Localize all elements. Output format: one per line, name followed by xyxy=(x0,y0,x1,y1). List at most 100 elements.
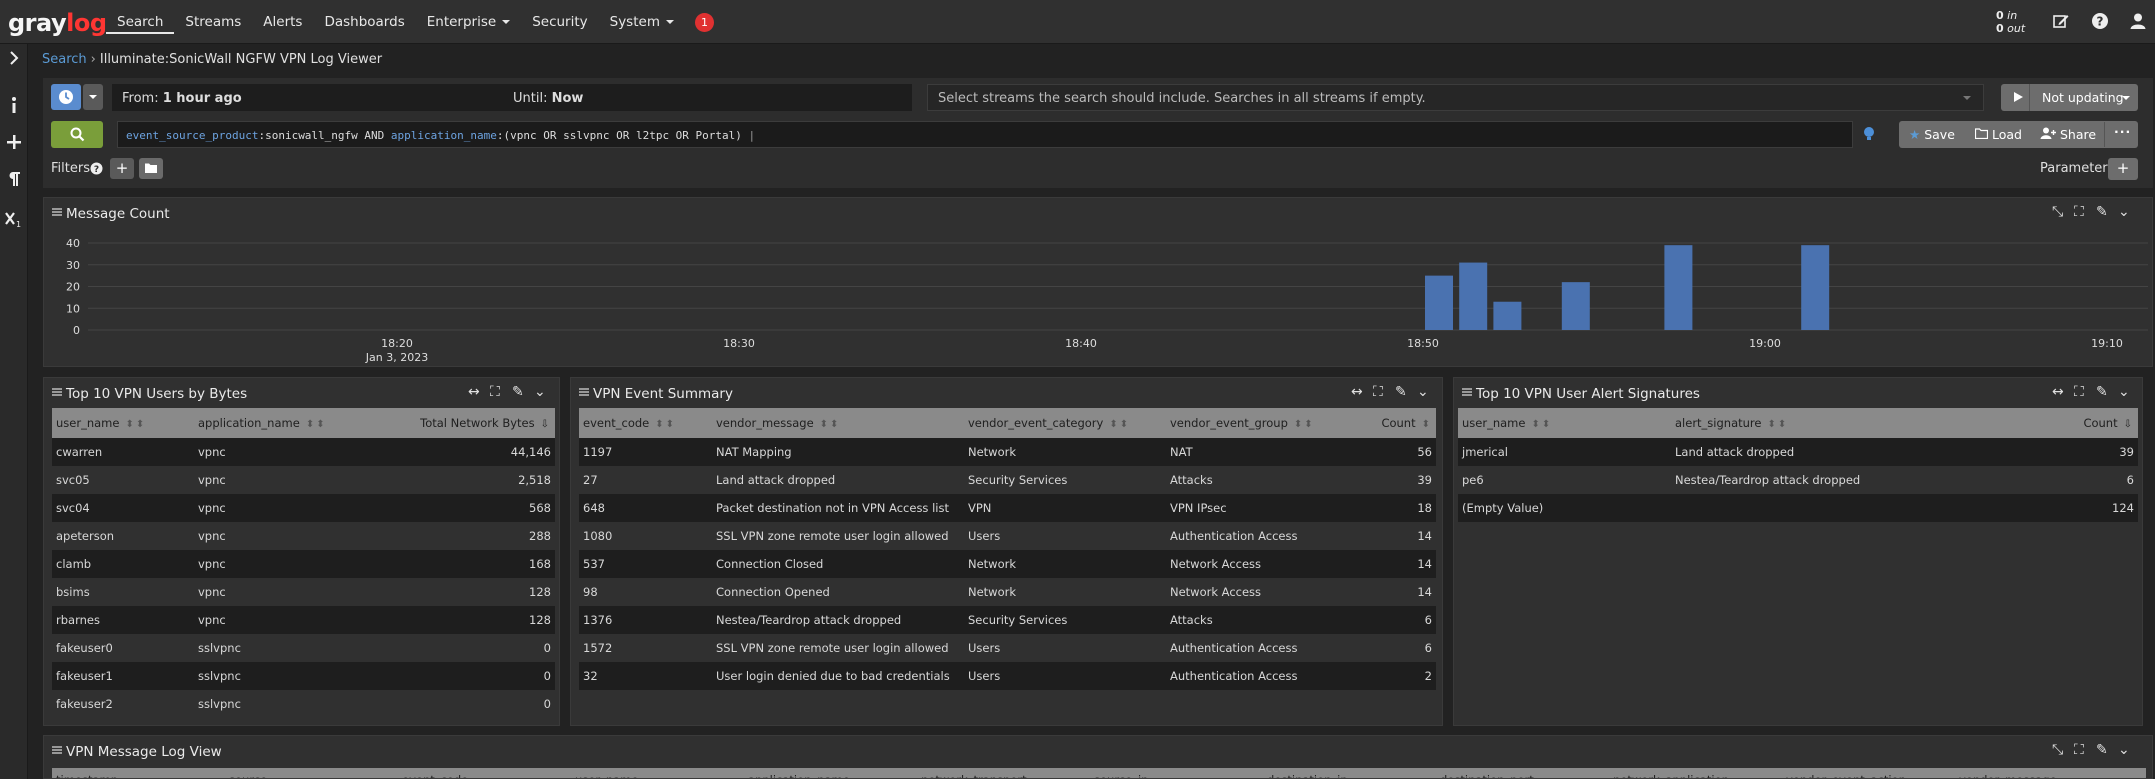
table-row[interactable]: 1376 Nestea/Teardrop attack dropped Securi… xyxy=(579,606,1436,634)
chevron-down-icon[interactable]: ⌄ xyxy=(2118,742,2130,758)
edit-icon[interactable]: ✎ xyxy=(2096,384,2108,400)
column-header-count[interactable]: Count ⬍ xyxy=(1362,408,1436,438)
column-header[interactable]: source_ip xyxy=(1094,773,1148,778)
expand-icon[interactable]: ⛶ xyxy=(490,384,500,400)
column-header-user-name[interactable]: user_name ⬍⬍ xyxy=(52,408,194,438)
column-header[interactable]: vendor_event_action xyxy=(1786,773,1906,778)
table-row[interactable]: svc05 vpnc 2,518 xyxy=(52,466,555,494)
table-row[interactable]: (Empty Value) 124 xyxy=(1458,494,2138,522)
table-row[interactable]: pe6 Nestea/Teardrop attack dropped 6 xyxy=(1458,466,2138,494)
help-icon[interactable]: ? xyxy=(2090,12,2110,32)
column-header[interactable]: user_name xyxy=(575,773,638,778)
resize-horizontal-icon[interactable]: ↔ xyxy=(2052,384,2064,400)
table-row[interactable]: svc04 vpnc 568 xyxy=(52,494,555,522)
table-row[interactable]: 1080 SSL VPN zone remote user login allow… xyxy=(579,522,1436,550)
table-row[interactable]: apeterson vpnc 288 xyxy=(52,522,555,550)
nav-search[interactable]: Search xyxy=(106,0,175,34)
expand-icon[interactable]: ⛶ xyxy=(1373,384,1383,400)
table-row[interactable]: cwarren vpnc 44,146 xyxy=(52,438,555,466)
column-header[interactable]: destination_ip xyxy=(1267,773,1348,778)
table-row[interactable]: 537 Connection Closed Network Network Acces… xyxy=(579,550,1436,578)
sort-icon[interactable]: ⬍⬍ xyxy=(1109,419,1130,430)
resize-horizontal-icon[interactable]: ↔ xyxy=(1351,384,1363,400)
search-submit-button[interactable] xyxy=(51,121,103,148)
table-row[interactable]: 1572 SSL VPN zone remote user login allow… xyxy=(579,634,1436,662)
column-header[interactable]: timestamp xyxy=(56,773,118,778)
resize-horizontal-icon[interactable]: ↔ xyxy=(468,384,480,400)
throughput-indicator[interactable]: 0 in 0 out xyxy=(1996,9,2025,35)
edit-icon[interactable]: ✎ xyxy=(2096,204,2108,220)
time-range-display[interactable]: From: 1 hour ago Until: Now xyxy=(112,84,912,111)
column-header-total-network-bytes[interactable]: Total Network Bytes ⇩ xyxy=(364,408,555,438)
edit-icon[interactable]: ✎ xyxy=(2096,742,2108,758)
chart-bar[interactable] xyxy=(1459,262,1488,330)
breadcrumb-search-link[interactable]: Search xyxy=(42,52,87,67)
column-header[interactable]: event_code xyxy=(402,773,468,778)
notification-badge[interactable]: 1 xyxy=(694,12,714,32)
more-actions-icon[interactable]: ··· xyxy=(2114,124,2131,139)
edit-icon[interactable]: ✎ xyxy=(1395,384,1407,400)
help-icon[interactable]: ? xyxy=(90,162,103,175)
query-input[interactable]: event_source_product:sonicwall_ngfw AND … xyxy=(117,121,1853,148)
add-filter-button[interactable]: + xyxy=(110,158,134,179)
table-row[interactable]: bsims vpnc 128 xyxy=(52,578,555,606)
graylog-logo[interactable]: graylog xyxy=(8,9,107,37)
table-row[interactable]: jmerical Land attack dropped 39 xyxy=(1458,438,2138,466)
sort-icon[interactable]: ⬍⬍ xyxy=(1531,419,1552,430)
chart-bar[interactable] xyxy=(1493,301,1522,330)
column-header[interactable]: application_name xyxy=(748,773,850,778)
table-row[interactable]: 98 Connection Opened Network Network Access… xyxy=(579,578,1436,606)
load-button[interactable]: Load xyxy=(1974,127,2022,142)
user-icon[interactable] xyxy=(2128,12,2148,32)
chart-bar[interactable] xyxy=(1801,245,1830,330)
drag-handle-icon[interactable] xyxy=(579,388,589,396)
expand-icon[interactable]: ⛶ xyxy=(2074,384,2084,400)
chevron-down-icon[interactable]: ⌄ xyxy=(2118,384,2130,400)
drag-handle-icon[interactable] xyxy=(52,388,62,396)
lightbulb-icon[interactable] xyxy=(1862,126,1876,146)
column-header[interactable]: vendor_message xyxy=(1959,773,2057,778)
column-header-application-name[interactable]: application_name ⬍⬍ xyxy=(194,408,364,438)
info-icon[interactable] xyxy=(0,96,28,119)
table-row[interactable]: rbarnes vpnc 128 xyxy=(52,606,555,634)
share-button[interactable]: Share xyxy=(2040,127,2096,142)
focus-icon[interactable]: ⤡ xyxy=(2052,204,2063,220)
sort-icon[interactable]: ⬍⬍ xyxy=(655,419,676,430)
sort-icon[interactable]: ⬍ xyxy=(1422,419,1432,430)
chart-bar[interactable] xyxy=(1664,245,1693,330)
sort-icon[interactable]: ⬍⬍ xyxy=(1767,419,1788,430)
sort-icon[interactable]: ⬍⬍ xyxy=(125,419,146,430)
nav-streams[interactable]: Streams xyxy=(174,0,252,44)
sort-icon[interactable]: ⬍⬍ xyxy=(1294,419,1315,430)
table-row[interactable]: fakeuser0 sslvpnc 0 xyxy=(52,634,555,662)
table-row[interactable]: 1197 NAT Mapping Network NAT 56 xyxy=(579,438,1436,466)
chevron-down-icon[interactable]: ⌄ xyxy=(534,384,546,400)
column-header[interactable]: destination_port xyxy=(1440,773,1534,778)
drag-handle-icon[interactable] xyxy=(52,746,62,754)
table-row[interactable]: 648 Packet destination not in VPN Access … xyxy=(579,494,1436,522)
column-header-alert-signature[interactable]: alert_signature ⬍⬍ xyxy=(1671,408,2016,438)
sort-desc-icon[interactable]: ⇩ xyxy=(541,419,551,430)
chevron-down-icon[interactable]: ⌄ xyxy=(1417,384,1429,400)
nav-alerts[interactable]: Alerts xyxy=(252,0,313,44)
chevron-down-icon[interactable]: ⌄ xyxy=(2118,204,2130,220)
subscript-icon[interactable]: 1 xyxy=(0,210,28,233)
table-row[interactable]: 27 Land attack dropped Security Services At… xyxy=(579,466,1436,494)
table-row[interactable]: clamb vpnc 168 xyxy=(52,550,555,578)
play-icon[interactable] xyxy=(2012,91,2024,103)
edit-icon[interactable] xyxy=(2051,12,2071,32)
plus-icon[interactable] xyxy=(0,134,28,155)
nav-enterprise[interactable]: Enterprise xyxy=(416,0,521,44)
paragraph-icon[interactable] xyxy=(0,171,28,192)
filter-folder-button[interactable] xyxy=(139,158,163,179)
column-header-vendor-message[interactable]: vendor_message ⬍⬍ xyxy=(712,408,964,438)
expand-icon[interactable]: ⛶ xyxy=(2074,742,2084,758)
chart-bar[interactable] xyxy=(1425,275,1453,330)
expand-icon[interactable]: ⛶ xyxy=(2074,204,2084,220)
drag-handle-icon[interactable] xyxy=(52,208,62,216)
column-header[interactable]: source xyxy=(229,773,267,778)
streams-select[interactable]: Select streams the search should include… xyxy=(927,84,1984,111)
sort-icon[interactable]: ⬍⬍ xyxy=(306,419,327,430)
edit-icon[interactable]: ✎ xyxy=(512,384,524,400)
table-row[interactable]: fakeuser1 sslvpnc 0 xyxy=(52,662,555,690)
